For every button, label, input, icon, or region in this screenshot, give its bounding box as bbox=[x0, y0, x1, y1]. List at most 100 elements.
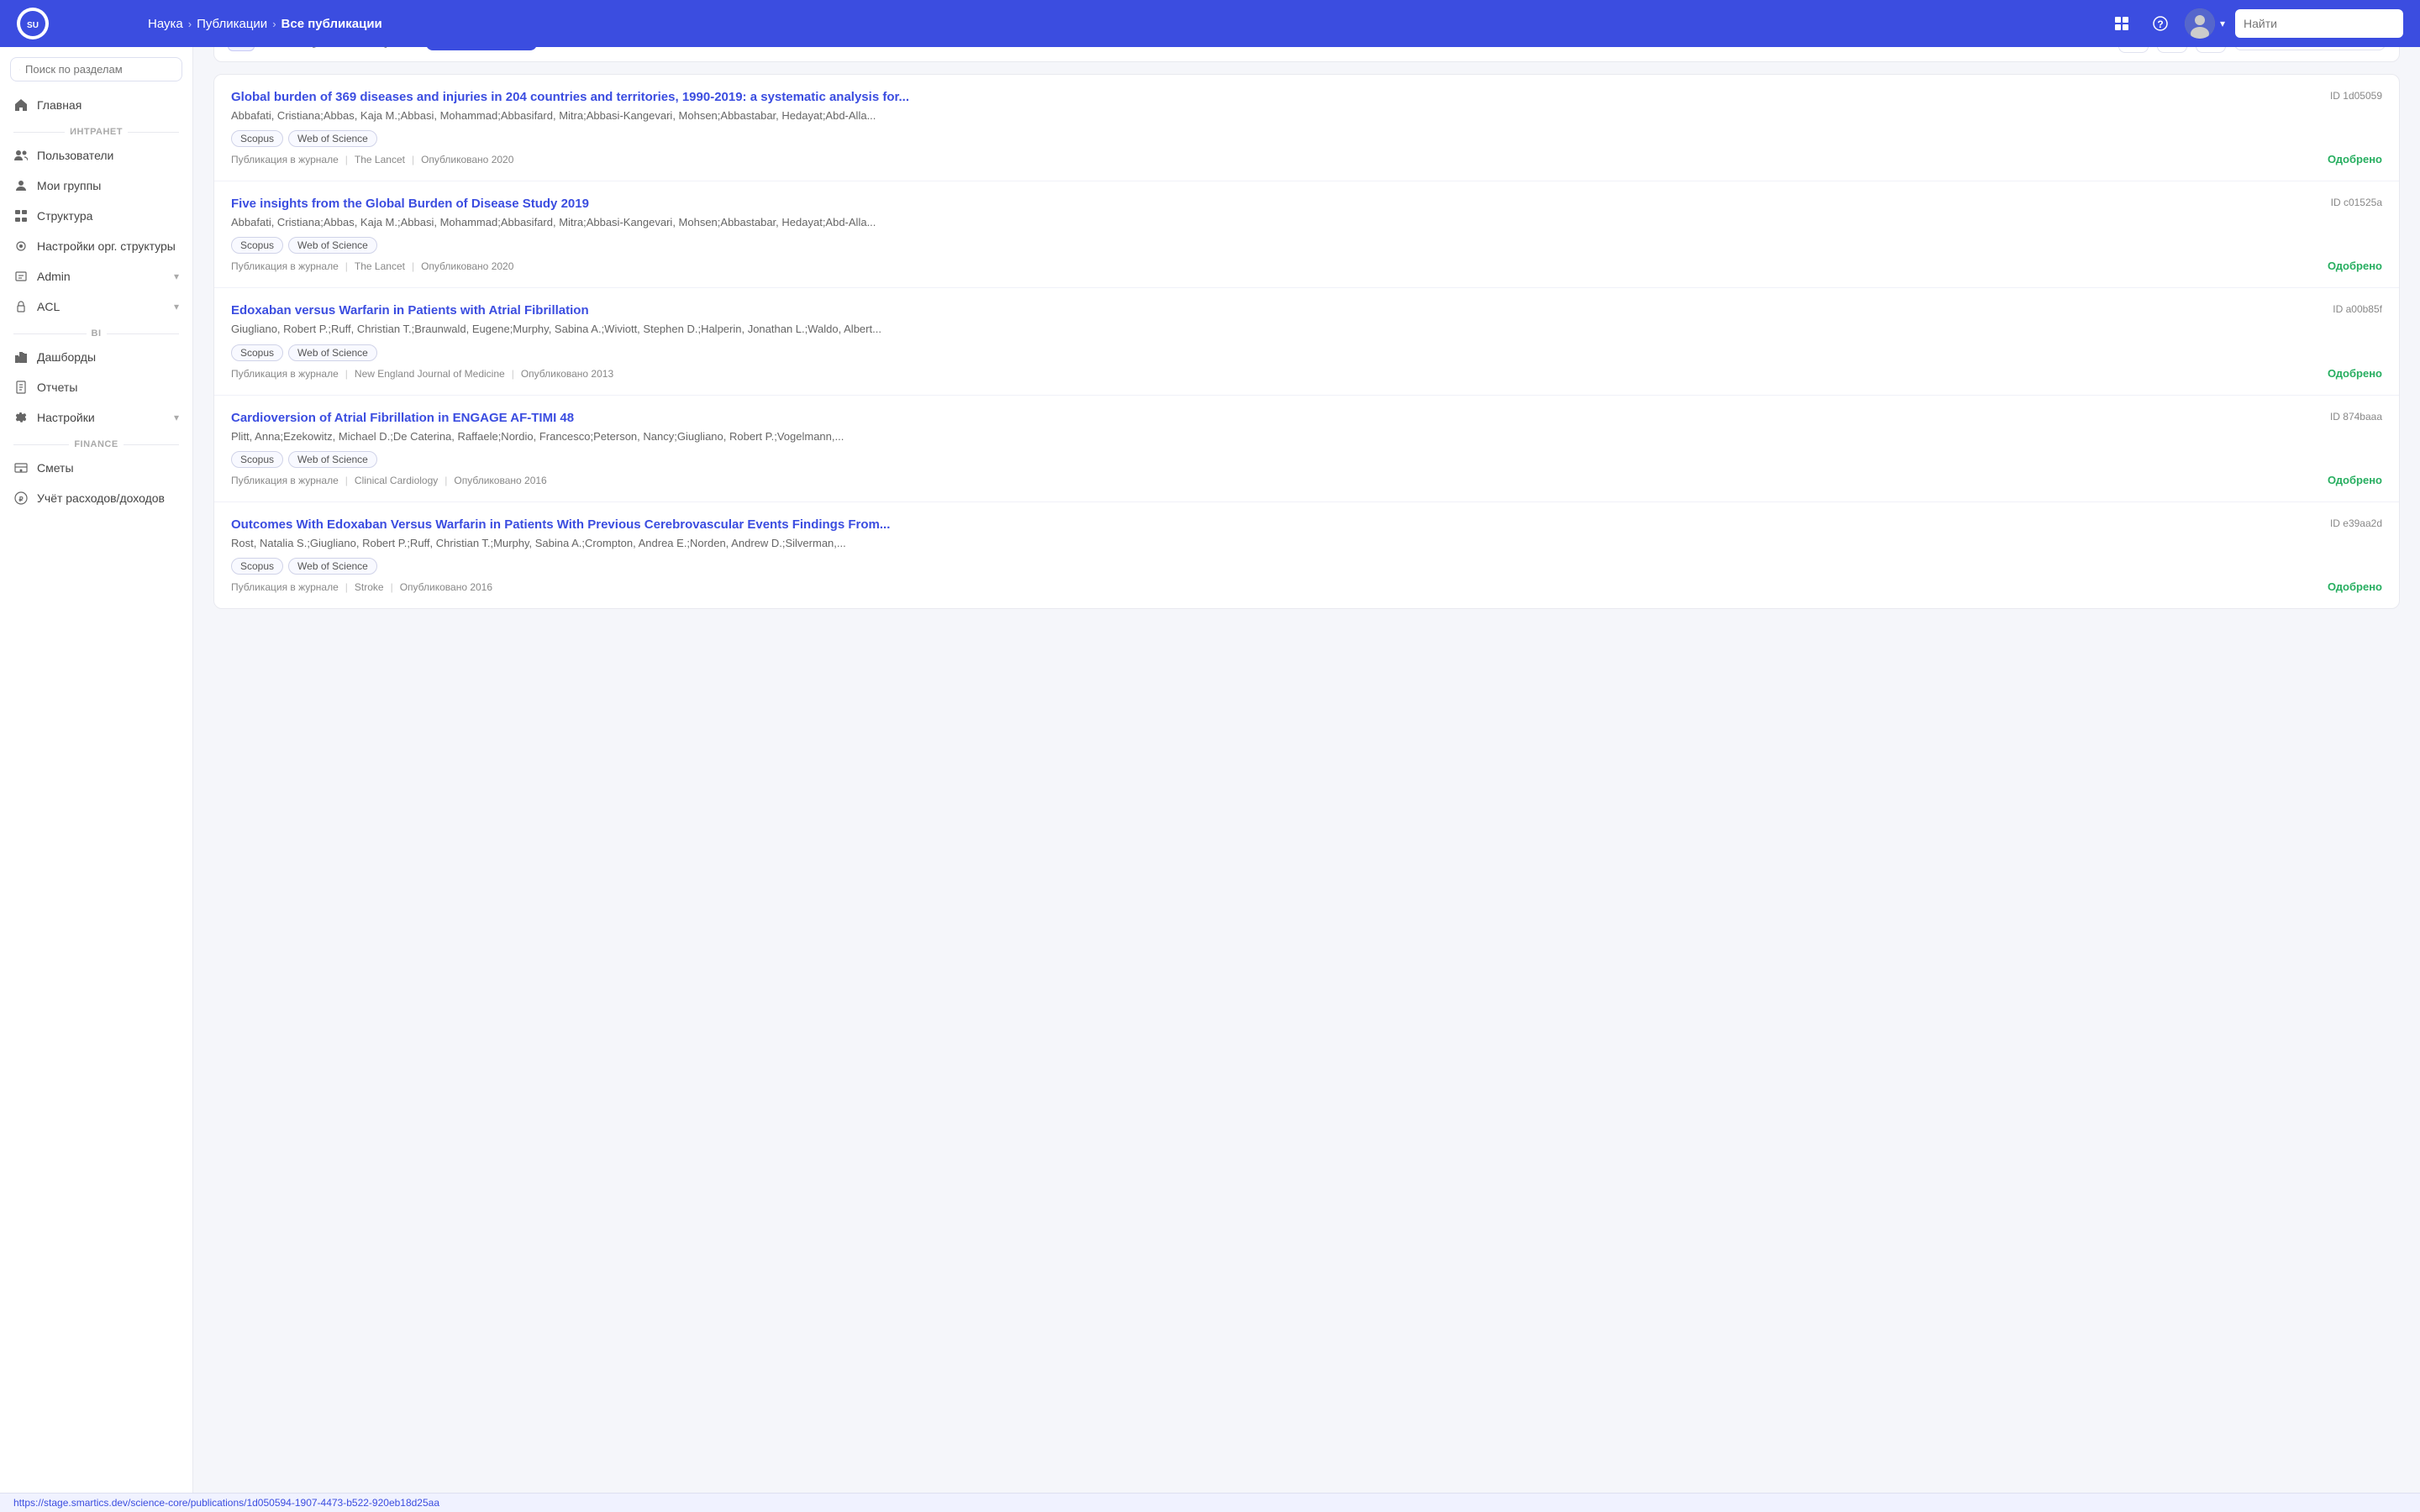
pub-header: Global burden of 369 diseases and injuri… bbox=[231, 90, 2382, 104]
grid-icon-btn[interactable] bbox=[2107, 9, 2136, 38]
sidebar-item-budgets[interactable]: Сметы bbox=[0, 453, 192, 483]
sidebar-item-label-settings: Настройки bbox=[37, 411, 166, 424]
sidebar-item-home[interactable]: Главная bbox=[0, 90, 192, 120]
sidebar-item-dashboards[interactable]: Дашборды bbox=[0, 342, 192, 372]
publication-status: Одобрено bbox=[2328, 260, 2382, 272]
global-search-input[interactable] bbox=[2244, 17, 2396, 30]
publication-item: Outcomes With Edoxaban Versus Warfarin i… bbox=[214, 502, 2399, 608]
meta-separator-2: | bbox=[512, 368, 514, 380]
home-icon bbox=[13, 97, 29, 113]
publication-tags: ScopusWeb of Science bbox=[231, 558, 2382, 575]
main-content: Публикации + Добавить Режим проверки (99… bbox=[193, 0, 2420, 622]
pub-journal: Stroke bbox=[355, 581, 384, 593]
sidebar-search-box[interactable] bbox=[10, 57, 182, 81]
breadcrumb-all-publications[interactable]: Все публикации bbox=[281, 17, 382, 31]
expenses-icon: ₽ bbox=[13, 491, 29, 506]
publications-list: Global burden of 369 diseases and injuri… bbox=[213, 74, 2400, 609]
publication-meta: Публикация в журнале | Stroke | Опублико… bbox=[231, 581, 2382, 593]
top-navigation: SU Наука › Публикации › Все публикации ? bbox=[0, 0, 2420, 47]
publication-title[interactable]: Global burden of 369 diseases and injuri… bbox=[231, 90, 2320, 104]
publication-meta: Публикация в журнале | The Lancet | Опуб… bbox=[231, 154, 2382, 165]
sidebar-item-label-acl: ACL bbox=[37, 300, 166, 313]
my-groups-icon bbox=[13, 178, 29, 193]
breadcrumb-sep-1: › bbox=[188, 18, 192, 30]
publication-tags: ScopusWeb of Science bbox=[231, 237, 2382, 254]
meta-separator: | bbox=[345, 260, 348, 272]
pub-journal: New England Journal of Medicine bbox=[355, 368, 505, 380]
sidebar-item-reports[interactable]: Отчеты bbox=[0, 372, 192, 402]
sidebar-search-icon bbox=[19, 64, 20, 76]
sidebar-item-label-org-settings: Настройки орг. структуры bbox=[37, 239, 179, 253]
user-dropdown[interactable]: ▾ bbox=[2185, 8, 2225, 39]
publication-tag: Scopus bbox=[231, 130, 283, 147]
sidebar-section-finance: FINANCE bbox=[0, 433, 192, 453]
sidebar-item-label-budgets: Сметы bbox=[37, 461, 179, 475]
meta-separator: | bbox=[345, 154, 348, 165]
meta-separator-2: | bbox=[412, 260, 414, 272]
publication-item: Five insights from the Global Burden of … bbox=[214, 181, 2399, 288]
publication-tag: Web of Science bbox=[288, 451, 377, 468]
sidebar-section-intranet: ИНТРАНЕТ bbox=[0, 120, 192, 140]
nav-icons-area: ? ▾ bbox=[2107, 8, 2403, 39]
settings-chevron-icon: ▾ bbox=[174, 412, 179, 423]
pub-type: Публикация в журнале bbox=[231, 368, 339, 380]
publication-title[interactable]: Edoxaban versus Warfarin in Patients wit… bbox=[231, 303, 2323, 318]
pub-journal: Clinical Cardiology bbox=[355, 475, 438, 486]
publication-tag: Scopus bbox=[231, 558, 283, 575]
sidebar-item-label-reports: Отчеты bbox=[37, 381, 179, 394]
publication-tag: Scopus bbox=[231, 451, 283, 468]
admin-chevron-icon: ▾ bbox=[174, 270, 179, 282]
publication-title[interactable]: Outcomes With Edoxaban Versus Warfarin i… bbox=[231, 517, 2320, 532]
sidebar-item-settings[interactable]: Настройки ▾ bbox=[0, 402, 192, 433]
publication-tags: ScopusWeb of Science bbox=[231, 344, 2382, 361]
publication-title[interactable]: Five insights from the Global Burden of … bbox=[231, 197, 2321, 211]
logo-area[interactable]: SU bbox=[17, 8, 134, 39]
global-search-box[interactable] bbox=[2235, 9, 2403, 38]
publication-authors: Rost, Natalia S.;Giugliano, Robert P.;Ru… bbox=[231, 536, 2382, 551]
breadcrumb: Наука › Публикации › Все публикации bbox=[148, 17, 382, 31]
logo-icon: SU bbox=[17, 8, 49, 39]
pub-type: Публикация в журнале bbox=[231, 581, 339, 593]
publication-id: ID 874baaa bbox=[2330, 411, 2382, 423]
sidebar-item-acl[interactable]: ACL ▾ bbox=[0, 291, 192, 322]
settings-icon bbox=[13, 410, 29, 425]
publication-id: ID e39aa2d bbox=[2330, 517, 2382, 529]
sidebar-item-org-settings[interactable]: Настройки орг. структуры bbox=[0, 231, 192, 261]
publication-authors: Plitt, Anna;Ezekowitz, Michael D.;De Cat… bbox=[231, 429, 2382, 444]
publication-authors: Abbafati, Cristiana;Abbas, Kaja M.;Abbas… bbox=[231, 108, 2382, 123]
publication-authors: Abbafati, Cristiana;Abbas, Kaja M.;Abbas… bbox=[231, 215, 2382, 230]
sidebar-item-users[interactable]: Пользователи bbox=[0, 140, 192, 171]
pub-year: Опубликовано 2020 bbox=[421, 154, 513, 165]
pub-year: Опубликовано 2016 bbox=[400, 581, 492, 593]
sidebar-item-expenses[interactable]: ₽ Учёт расходов/доходов bbox=[0, 483, 192, 513]
sidebar-section-bi: BI bbox=[0, 322, 192, 342]
sidebar-search-input[interactable] bbox=[25, 63, 173, 76]
sidebar-item-admin[interactable]: Admin ▾ bbox=[0, 261, 192, 291]
budgets-icon bbox=[13, 460, 29, 475]
sidebar-item-label-structure: Структура bbox=[37, 209, 179, 223]
publication-meta: Публикация в журнале | New England Journ… bbox=[231, 368, 2382, 380]
publication-title[interactable]: Cardioversion of Atrial Fibrillation in … bbox=[231, 411, 2320, 425]
svg-text:₽: ₽ bbox=[18, 496, 23, 503]
publication-tag: Web of Science bbox=[288, 344, 377, 361]
sidebar-item-structure[interactable]: Структура bbox=[0, 201, 192, 231]
svg-text:?: ? bbox=[2157, 18, 2163, 30]
meta-separator-2: | bbox=[445, 475, 447, 486]
publication-tags: Scopus Web of Science bbox=[231, 130, 2382, 147]
publication-id: ID 1d05059 bbox=[2330, 90, 2382, 102]
acl-icon bbox=[13, 299, 29, 314]
sidebar-item-label-users: Пользователи bbox=[37, 149, 179, 162]
help-icon-btn[interactable]: ? bbox=[2146, 9, 2175, 38]
sidebar-item-label-home: Главная bbox=[37, 98, 179, 112]
meta-separator-2: | bbox=[391, 581, 393, 593]
sidebar-item-my-groups[interactable]: Мои группы bbox=[0, 171, 192, 201]
publication-tag: Web of Science bbox=[288, 130, 377, 147]
publication-item: Global burden of 369 diseases and injuri… bbox=[214, 75, 2399, 181]
breadcrumb-publications[interactable]: Публикации bbox=[197, 17, 267, 31]
pub-journal: The Lancet bbox=[355, 154, 405, 165]
structure-icon bbox=[13, 208, 29, 223]
breadcrumb-nauka[interactable]: Наука bbox=[148, 17, 183, 31]
breadcrumb-sep-2: › bbox=[272, 18, 276, 30]
publication-tag: Web of Science bbox=[288, 237, 377, 254]
pub-type: Публикация в журнале bbox=[231, 260, 339, 272]
